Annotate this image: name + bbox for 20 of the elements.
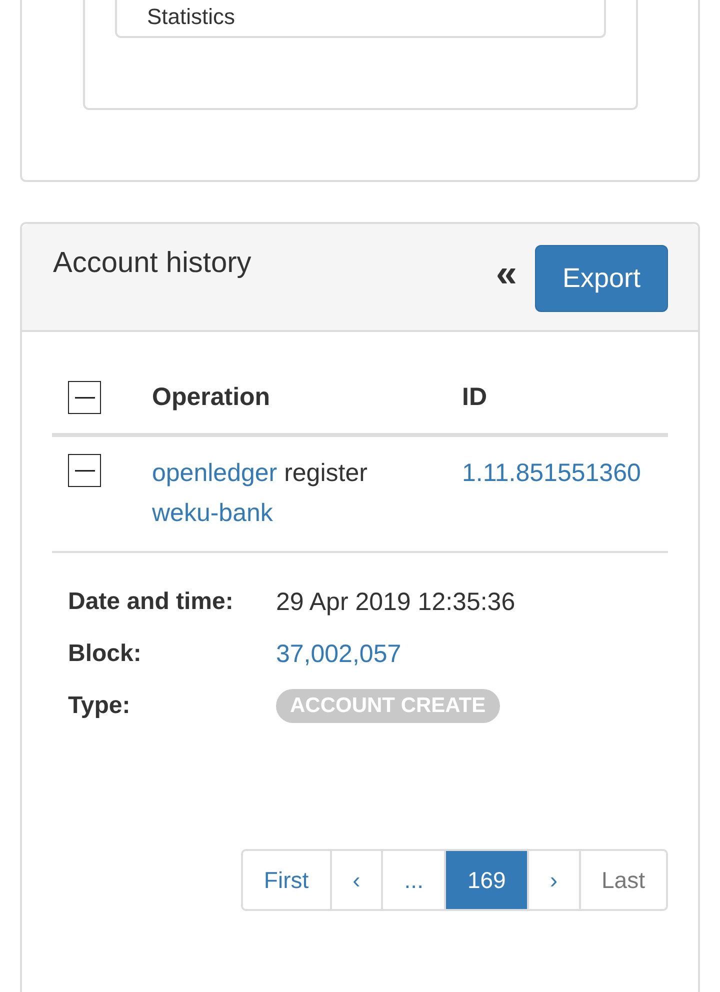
- page-button[interactable]: 169: [444, 851, 527, 909]
- panel-title: Account history: [53, 246, 252, 281]
- account-link[interactable]: openledger: [152, 459, 278, 487]
- column-header: ID: [462, 382, 488, 413]
- expand-toggle[interactable]: [68, 381, 101, 414]
- operation-id-link[interactable]: 1.11.851551360: [462, 459, 641, 487]
- export-button[interactable]: Export: [535, 245, 668, 312]
- detail-label: Date and time:: [68, 587, 234, 617]
- account-link[interactable]: weku-bank: [152, 499, 273, 527]
- operation-verb: register: [284, 459, 368, 487]
- detail-label: Block:: [68, 639, 142, 669]
- minus-icon: [74, 470, 94, 472]
- detail-label: Type:: [68, 691, 132, 721]
- minus-icon: [74, 396, 94, 398]
- collapse-button[interactable]: «: [496, 256, 517, 292]
- expand-toggle[interactable]: [68, 454, 101, 487]
- detail-value: 29 Apr 2019 12:35:36: [276, 587, 516, 618]
- block-link[interactable]: 37,002,057: [276, 635, 668, 673]
- statistics-label: Statistics: [147, 4, 236, 29]
- column-header: Operation: [152, 382, 272, 413]
